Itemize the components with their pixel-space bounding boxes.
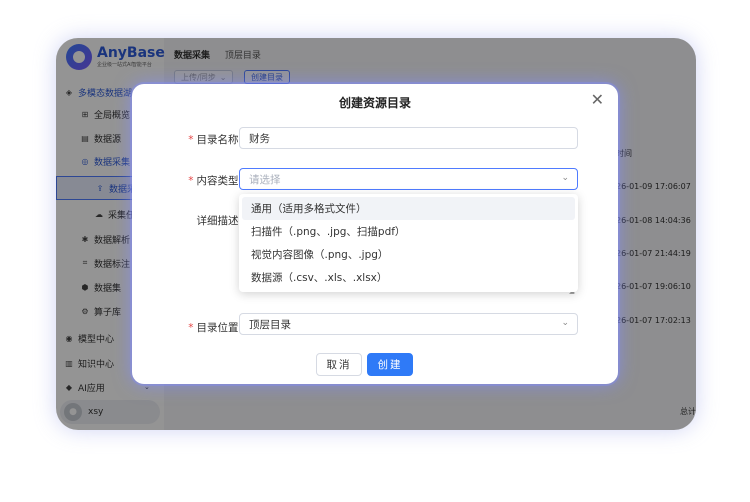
option-scan[interactable]: 扫描件（.png、.jpg、扫描pdf）: [242, 220, 575, 243]
create-button[interactable]: 创建: [367, 353, 413, 376]
dialog-title: 创建资源目录: [338, 96, 411, 110]
cancel-button[interactable]: 取消: [316, 353, 362, 376]
directory-location-select[interactable]: 顶层目录 ⌄: [239, 313, 578, 335]
name-label: * 目录名称:: [188, 134, 242, 146]
content-type-select[interactable]: 请选择 ⌄: [239, 168, 578, 190]
description-label: 详细描述:: [196, 215, 242, 227]
create-directory-dialog: 创建资源目录 ✕ *目录名称: 财务 *内容类型: 请选择 ⌄ 详细描述: ◢ …: [132, 84, 618, 384]
content-type-dropdown: 通用（适用多格式文件） 扫描件（.png、.jpg、扫描pdf） 视觉内容图像（…: [239, 194, 578, 292]
type-label: * 内容类型:: [188, 175, 242, 187]
location-label: * 目录位置:: [188, 322, 242, 334]
directory-name-input[interactable]: 财务: [239, 127, 578, 149]
chevron-down-icon: ⌄: [561, 173, 569, 183]
close-icon[interactable]: ✕: [591, 90, 604, 109]
option-general[interactable]: 通用（适用多格式文件）: [242, 197, 575, 220]
chevron-down-icon: ⌄: [561, 318, 569, 328]
option-image[interactable]: 视觉内容图像（.png、.jpg）: [242, 243, 575, 266]
option-datasource[interactable]: 数据源（.csv、.xls、.xlsx）: [242, 266, 575, 289]
